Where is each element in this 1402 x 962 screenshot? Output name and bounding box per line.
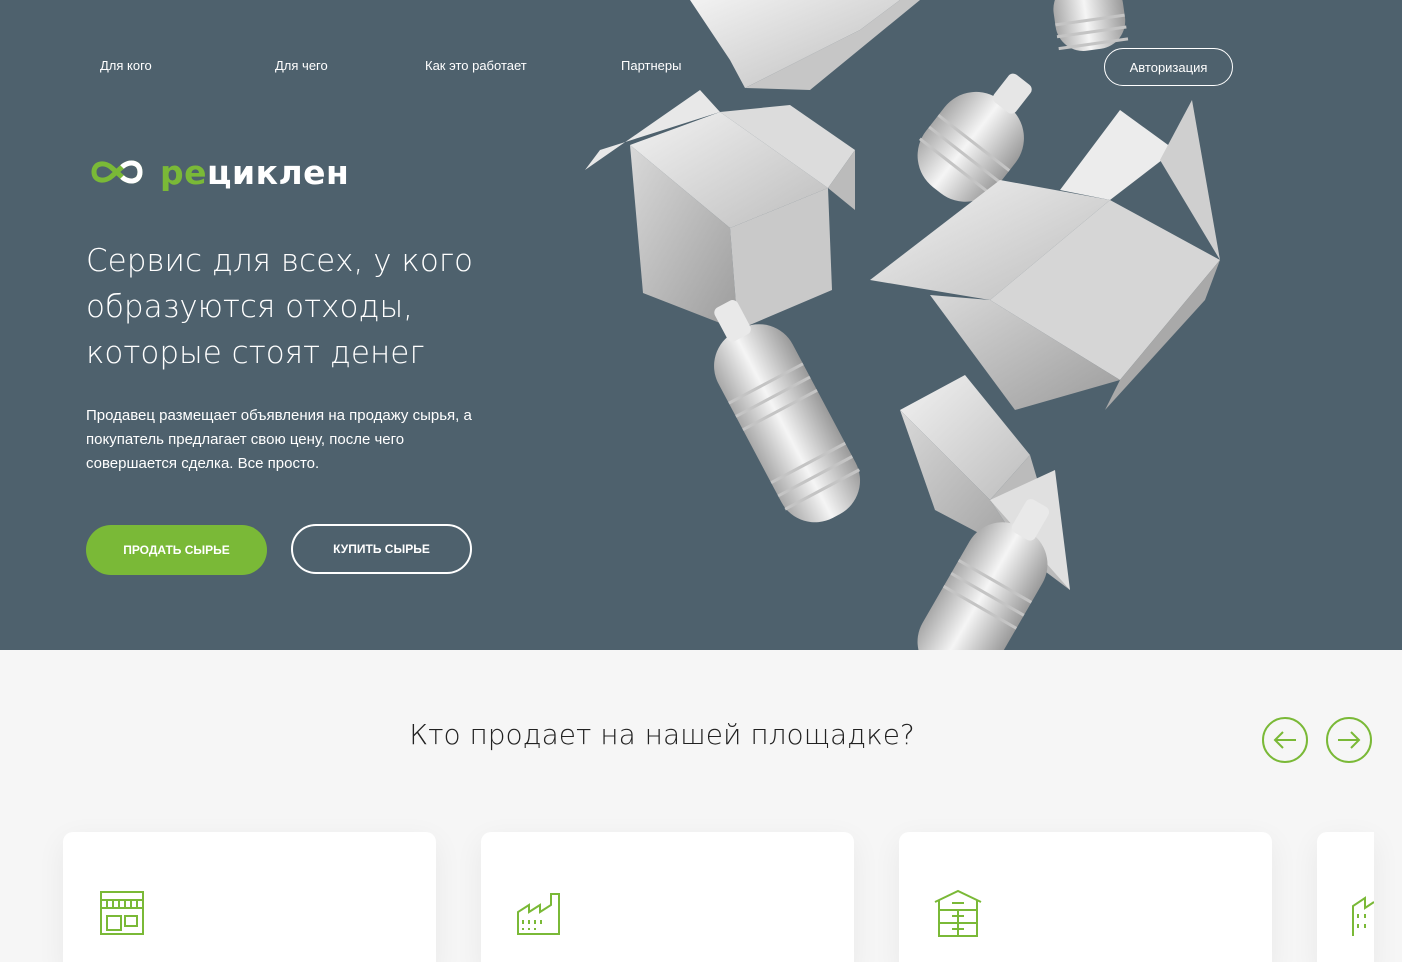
open-box-left-illustration (585, 90, 855, 330)
seller-card-store[interactable] (63, 832, 436, 962)
warehouse-icon (934, 889, 982, 937)
nav-link-for-whom[interactable]: Для кого (100, 58, 152, 73)
store-icon (100, 891, 144, 935)
hero-title: Сервис для всех, у кого образуются отход… (86, 243, 473, 371)
arrow-right-icon (1338, 731, 1361, 749)
brand-name-accent: ре (160, 152, 208, 192)
hero-section: Для кого Для чего Как это работает Партн… (0, 0, 1402, 650)
building-icon (1352, 896, 1374, 936)
carousel-prev-button[interactable] (1262, 717, 1308, 763)
hero-illustration (585, 0, 1220, 650)
bottle-top-illustration (1053, 0, 1129, 51)
infinity-logo-icon (91, 160, 143, 184)
sell-materials-button[interactable]: ПРОДАТЬ СЫРЬЕ (86, 525, 267, 575)
seller-card-warehouse[interactable] (899, 832, 1272, 962)
arrow-left-icon (1273, 731, 1296, 749)
seller-card-factory[interactable] (481, 832, 854, 962)
brand-logo[interactable]: рециклен (86, 152, 349, 192)
seller-card-building[interactable] (1317, 832, 1374, 962)
factory-icon (517, 893, 560, 935)
hero-description: Продавец размещает объявления на продажу… (86, 407, 472, 472)
buy-materials-button[interactable]: КУПИТЬ СЫРЬЕ (291, 524, 472, 574)
bottle-left-illustration (714, 300, 861, 523)
box-top-illustration (690, 0, 920, 90)
carousel-next-button[interactable] (1326, 717, 1372, 763)
nav-link-for-what[interactable]: Для чего (275, 58, 328, 73)
sellers-section-title: Кто продает на нашей площадке? (409, 718, 915, 751)
nav-link-how-it-works[interactable]: Как это работает (425, 58, 527, 73)
brand-name: рециклен (160, 156, 349, 189)
brand-name-rest: циклен (207, 152, 350, 192)
